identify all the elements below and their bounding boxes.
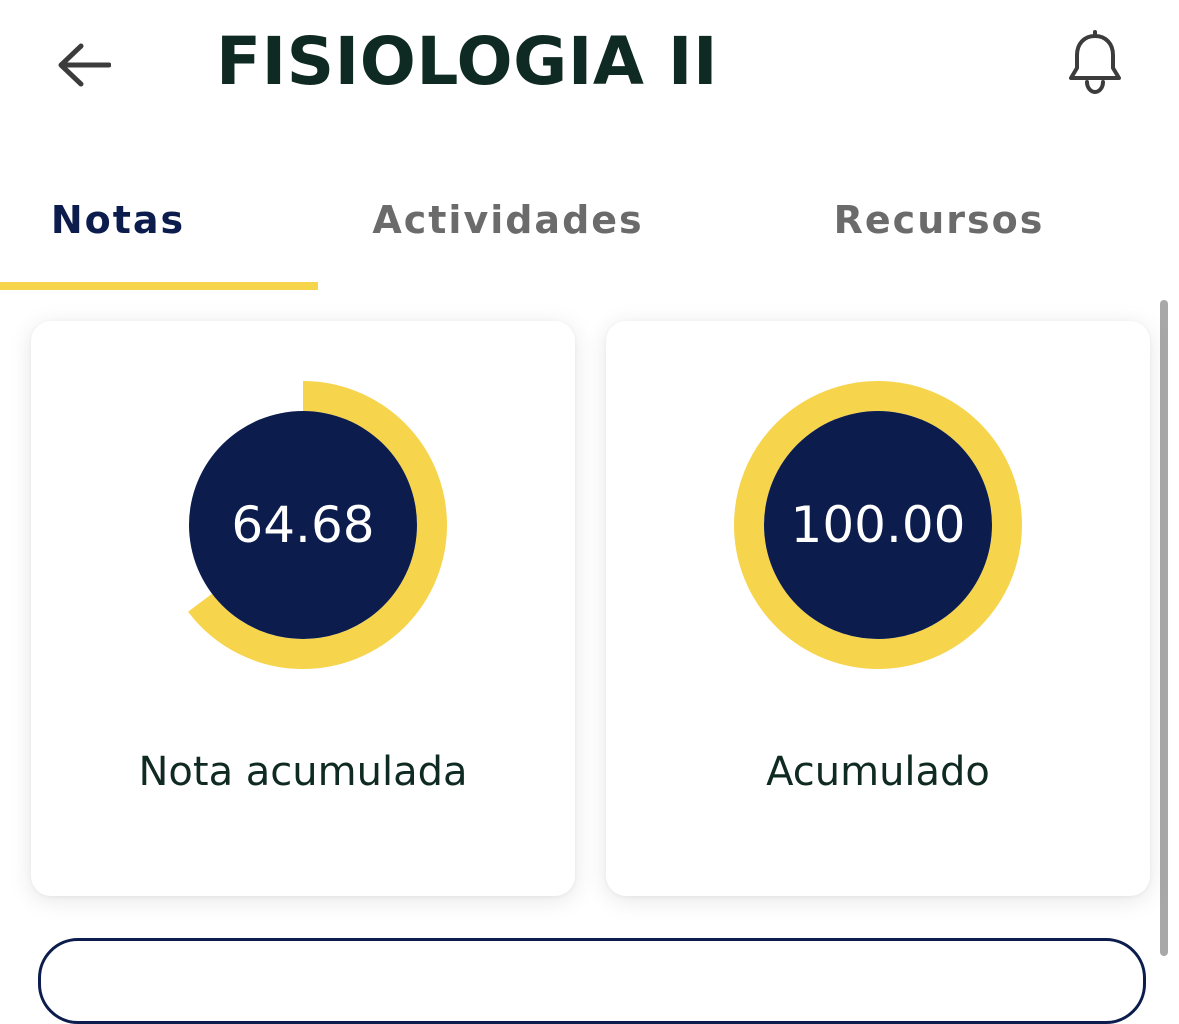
gauge-value: 100.00 [790,496,966,554]
progress-gauge: 64.68 [157,379,449,671]
bell-icon [1069,30,1121,95]
scrollbar[interactable] [1160,300,1168,956]
nota-acumulada-card: 64.68 Nota acumulada [31,321,575,896]
card-label: Nota acumulada [138,749,468,795]
notifications-button[interactable] [1058,26,1132,100]
tab-recursos[interactable]: Recursos [812,170,1066,270]
card-label: Acumulado [766,749,990,795]
tab-notas[interactable]: Notas [0,170,236,270]
tab-actividades[interactable]: Actividades [340,170,676,270]
page-title: FISIOLOGIA II [216,23,719,100]
acumulado-card: 100.00 Acumulado [606,321,1150,896]
next-card-partial[interactable] [38,938,1146,1024]
app-header: FISIOLOGIA II [0,0,1179,140]
progress-gauge: 100.00 [732,379,1024,671]
tab-bar: Notas Actividades Recursos [0,170,1179,292]
active-tab-indicator [0,282,318,290]
back-button[interactable] [48,30,118,100]
gauge-value: 64.68 [231,496,375,554]
arrow-left-icon [58,43,111,87]
